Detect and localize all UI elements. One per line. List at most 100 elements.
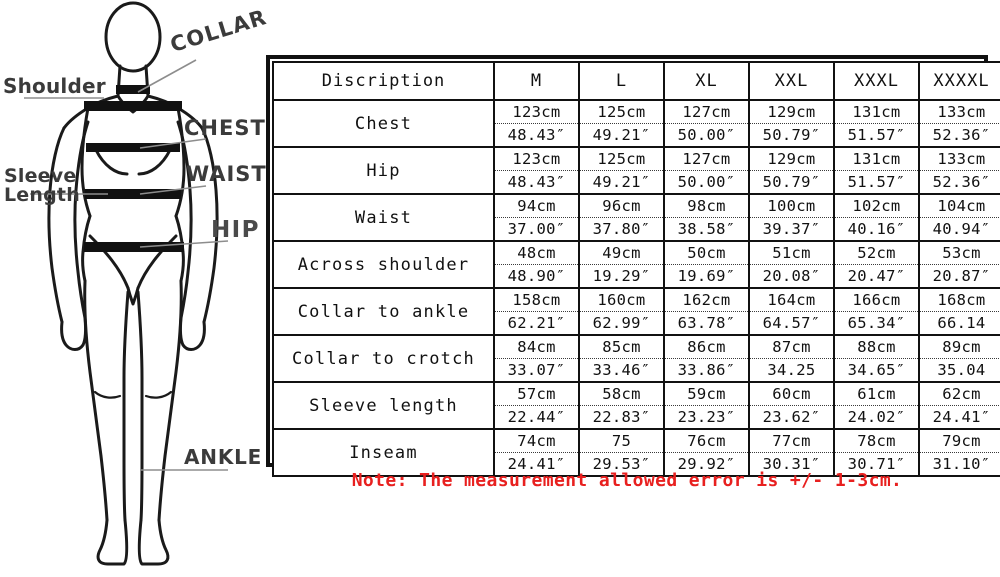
row-label-cell: Collar to crotch (272, 334, 495, 383)
header-cell-xxxl: XXXL (833, 61, 920, 101)
value-inch: 62.99″ (592, 314, 651, 332)
measurement-cell: 79cm 31.10″ (918, 428, 1000, 477)
value-cm: 60cm (750, 384, 833, 406)
table-row: Hip 123cm 48.43″ 125cm 49.21″ 127cm 50.00″ 129c… (272, 146, 1000, 195)
measurement-cell: 164cm 64.57″ (748, 287, 835, 336)
value-inch: 50.79″ (762, 173, 821, 191)
measurement-cell: 59cm 23.23″ (663, 381, 750, 430)
measurement-cell: 162cm 63.78″ (663, 287, 750, 336)
row-label-cell: Waist (272, 193, 495, 242)
value-cm: 123cm (495, 149, 578, 171)
measurement-cell: 133cm 52.36″ (918, 146, 1000, 195)
value-cm: 51cm (750, 243, 833, 265)
measurement-cell: 127cm 50.00″ (663, 146, 750, 195)
value-cm: 53cm (920, 243, 1000, 265)
value-cm: 129cm (750, 102, 833, 124)
measurement-cell: 61cm 24.02″ (833, 381, 920, 430)
value-cm: 74cm (495, 431, 578, 453)
value-inch: 63.78″ (677, 314, 736, 332)
diagram-label-sleeve-length: Sleeve Length (4, 165, 80, 207)
diagram-label-waist: WAIST (186, 162, 267, 186)
measurement-cell: 129cm 50.79″ (748, 99, 835, 148)
value-cm: 85cm (580, 337, 663, 359)
measurement-cell: 48cm 48.90″ (493, 240, 580, 289)
value-inch: 37.80″ (592, 220, 651, 238)
value-cm: 160cm (580, 290, 663, 312)
measurement-cell: 158cm 62.21″ (493, 287, 580, 336)
value-inch: 51.57″ (847, 173, 906, 191)
value-cm: 104cm (920, 196, 1000, 218)
measurement-cell: 52cm 20.47″ (833, 240, 920, 289)
measurement-cell: 62cm 24.41″ (918, 381, 1000, 430)
value-inch: 65.34″ (847, 314, 906, 332)
value-inch: 33.07″ (507, 361, 566, 379)
value-cm: 58cm (580, 384, 663, 406)
value-cm: 127cm (665, 102, 748, 124)
value-cm: 88cm (835, 337, 918, 359)
diagram-label-ankle: ANKLE (184, 445, 263, 469)
value-inch: 22.83″ (592, 408, 651, 426)
value-cm: 89cm (920, 337, 1000, 359)
value-inch: 24.02″ (847, 408, 906, 426)
measurement-cell: 102cm 40.16″ (833, 193, 920, 242)
value-inch: 40.94″ (932, 220, 991, 238)
value-inch: 50.00″ (677, 173, 736, 191)
value-inch: 34.25 (767, 361, 816, 379)
table-row: Collar to crotch 84cm 33.07″ 85cm 33.46″ 86cm… (272, 334, 1000, 383)
measurement-error-note: Note: The measurement allowed error is +… (351, 470, 903, 491)
value-inch: 52.36″ (932, 173, 991, 191)
measurement-cell: 123cm 48.43″ (493, 146, 580, 195)
value-cm: 62cm (920, 384, 1000, 406)
value-inch: 62.21″ (507, 314, 566, 332)
value-inch: 49.21″ (592, 126, 651, 144)
body-diagram-panel: COLLAR Shoulder CHEST WAIST Sleeve Length… (0, 0, 270, 577)
measurement-cell: 78cm 30.71″ (833, 428, 920, 477)
value-cm: 123cm (495, 102, 578, 124)
measurement-cell: 131cm 51.57″ (833, 99, 920, 148)
value-inch: 48.43″ (507, 126, 566, 144)
measurement-cell: 127cm 50.00″ (663, 99, 750, 148)
value-inch: 20.08″ (762, 267, 821, 285)
value-cm: 79cm (920, 431, 1000, 453)
measurement-cell: 49cm 19.29″ (578, 240, 665, 289)
value-inch: 40.16″ (847, 220, 906, 238)
row-label-cell: Hip (272, 146, 495, 195)
value-cm: 50cm (665, 243, 748, 265)
measurement-cell: 76cm 29.92″ (663, 428, 750, 477)
value-inch: 19.29″ (592, 267, 651, 285)
value-inch: 23.62″ (762, 408, 821, 426)
measurement-cell: 160cm 62.99″ (578, 287, 665, 336)
measurement-cell: 87cm 34.25 (748, 334, 835, 383)
value-cm: 96cm (580, 196, 663, 218)
value-cm: 94cm (495, 196, 578, 218)
value-inch: 66.14 (937, 314, 986, 332)
size-table-header: Discription M L XL XXL XXXL XXXXL (272, 61, 1000, 101)
value-cm: 168cm (920, 290, 1000, 312)
header-row: Discription M L XL XXL XXXL XXXXL (272, 61, 1000, 101)
size-table-body: Chest 123cm 48.43″ 125cm 49.21″ 127cm 50.00″ 12… (272, 99, 1000, 477)
measurement-cell: 86cm 33.86″ (663, 334, 750, 383)
value-cm: 77cm (750, 431, 833, 453)
value-inch: 24.41″ (932, 408, 991, 426)
header-cell-xl: XL (663, 61, 750, 101)
header-cell-xxl: XXL (748, 61, 835, 101)
measurement-cell: 74cm 24.41″ (493, 428, 580, 477)
value-inch: 39.37″ (762, 220, 821, 238)
measurement-cell: 96cm 37.80″ (578, 193, 665, 242)
measurement-cell: 125cm 49.21″ (578, 99, 665, 148)
size-chart-page: COLLAR Shoulder CHEST WAIST Sleeve Length… (0, 0, 1000, 577)
value-inch: 33.46″ (592, 361, 651, 379)
measurement-cell: 85cm 33.46″ (578, 334, 665, 383)
size-table-container: Discription M L XL XXL XXXL XXXXL Chest 1… (266, 55, 1000, 477)
measurement-cell: 125cm 49.21″ (578, 146, 665, 195)
value-inch: 35.04 (937, 361, 986, 379)
value-inch: 38.58″ (677, 220, 736, 238)
measurement-cell: 168cm 66.14 (918, 287, 1000, 336)
value-cm: 131cm (835, 102, 918, 124)
value-inch: 48.90″ (507, 267, 566, 285)
measurement-cell: 84cm 33.07″ (493, 334, 580, 383)
header-cell-discription: Discription (272, 61, 495, 101)
row-label-cell: Collar to ankle (272, 287, 495, 336)
value-inch: 33.86″ (677, 361, 736, 379)
value-cm: 52cm (835, 243, 918, 265)
